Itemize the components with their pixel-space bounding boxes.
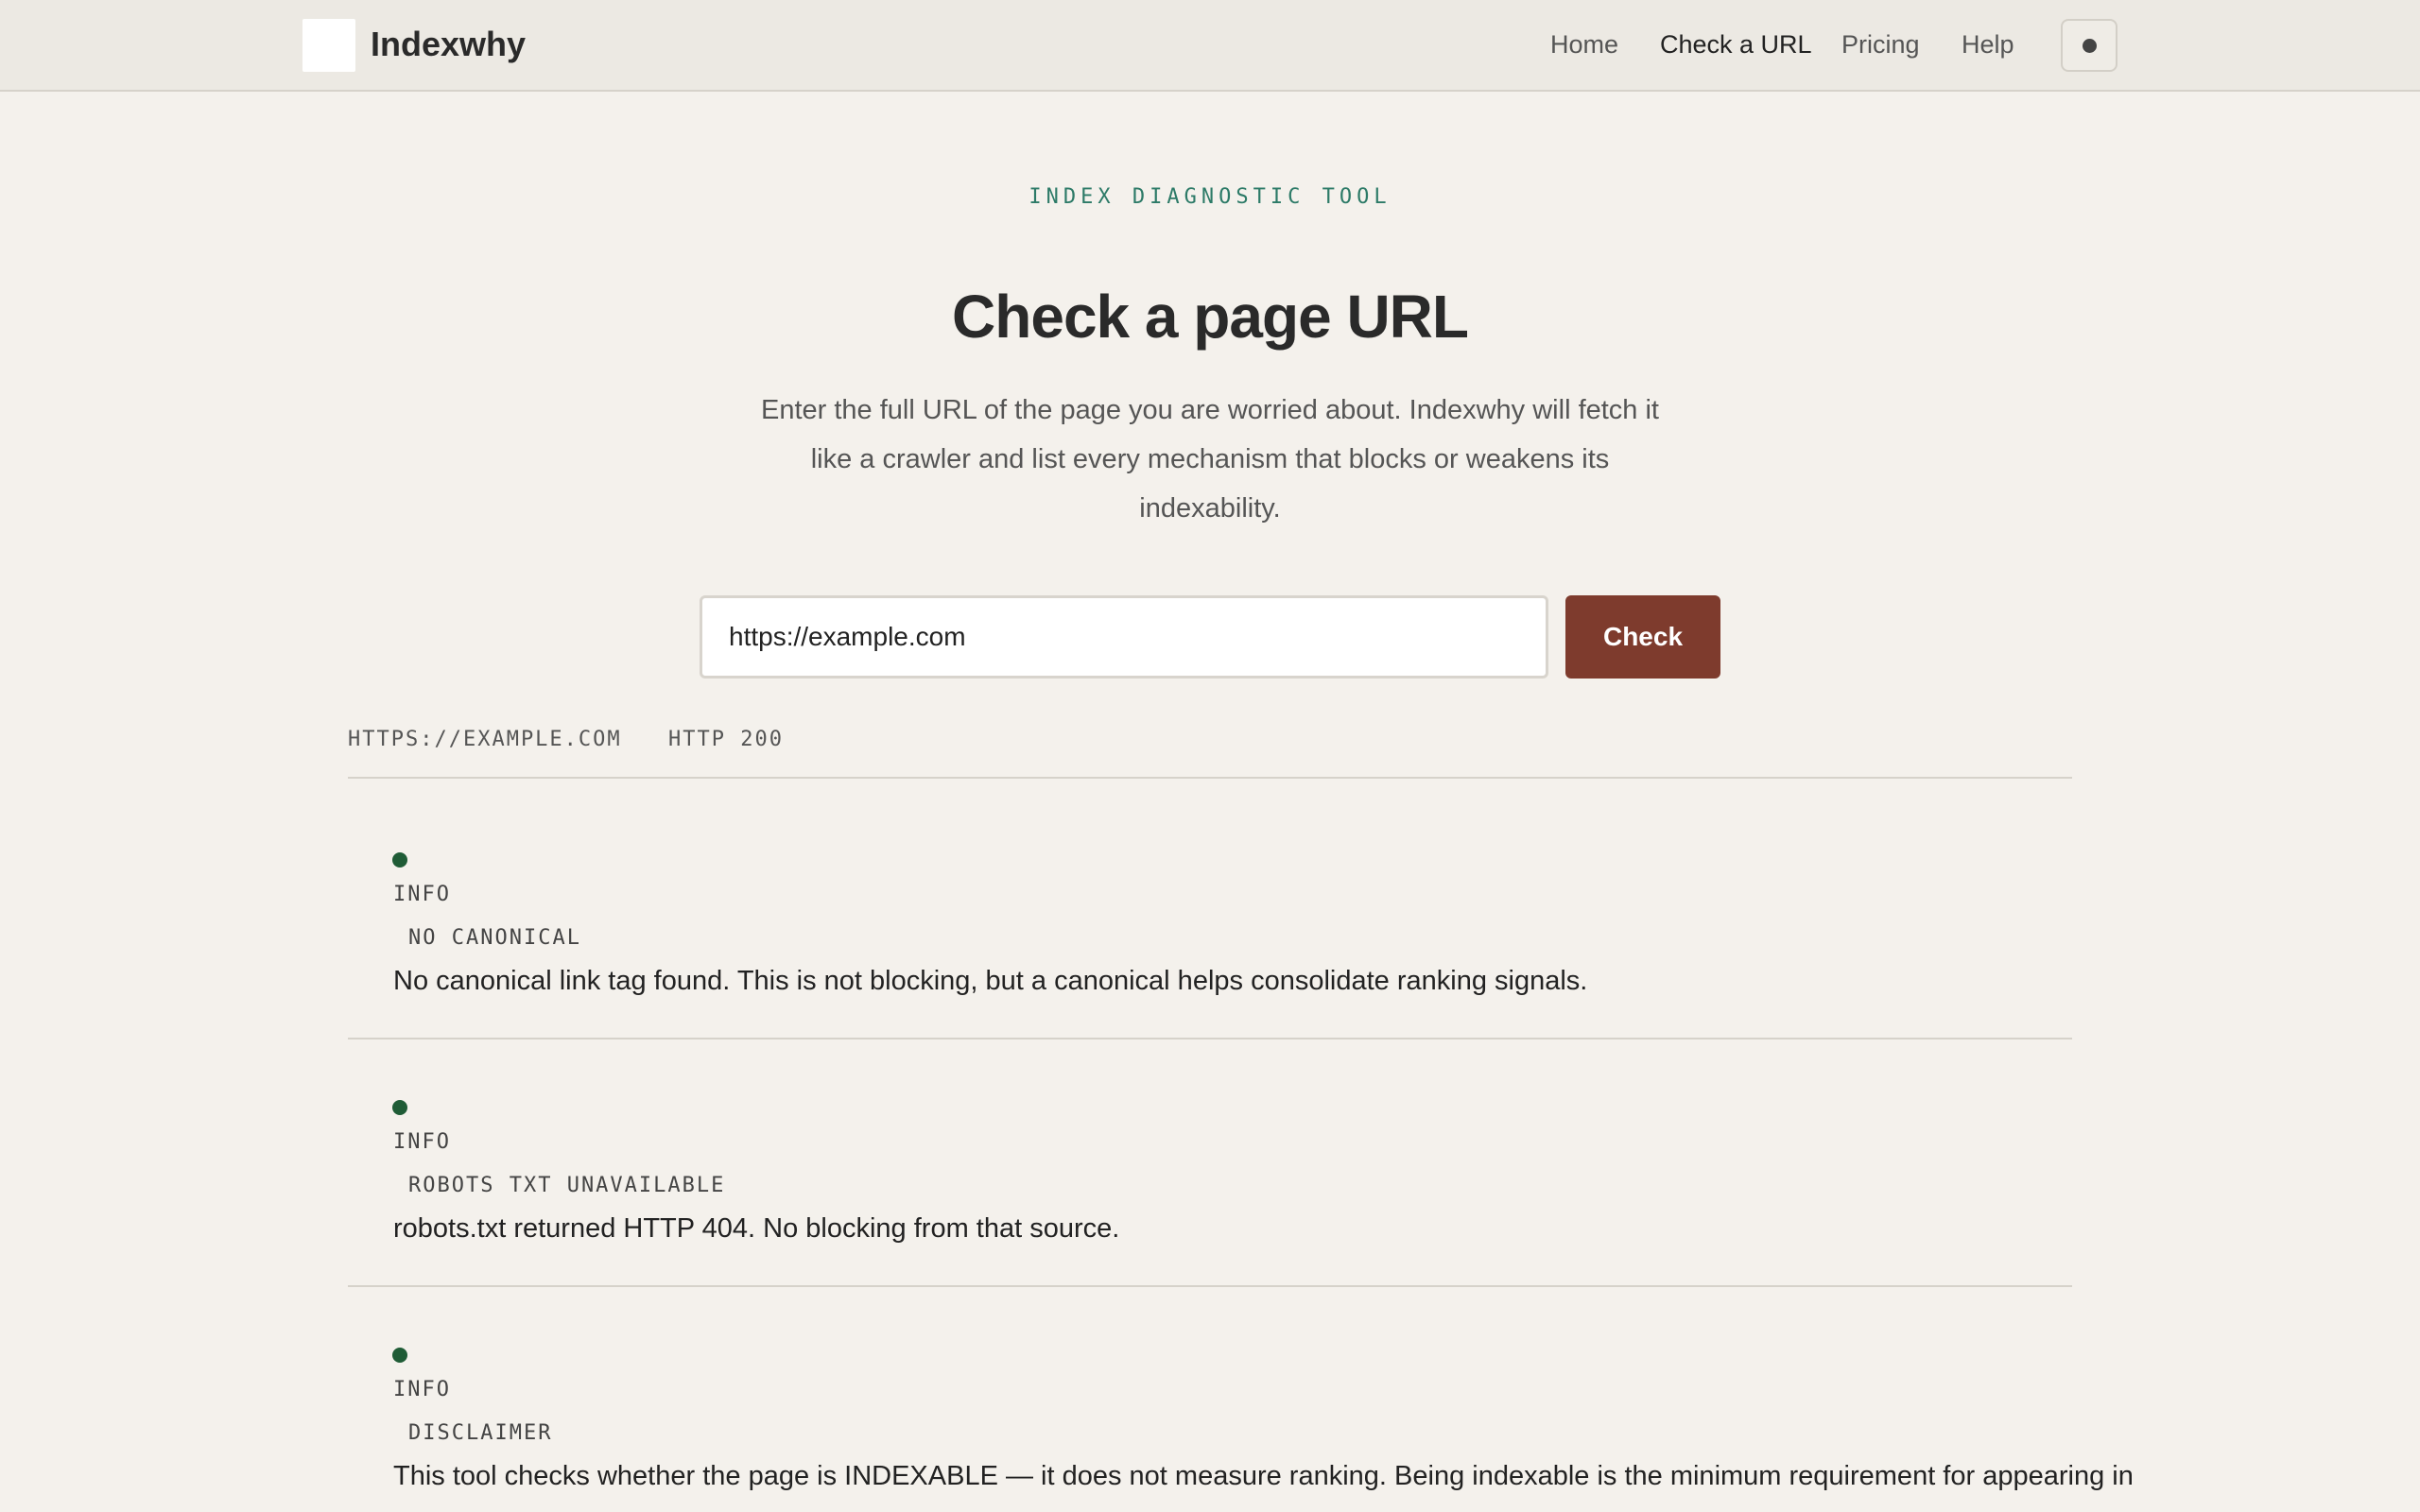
check-button[interactable]: Check xyxy=(1565,595,1720,679)
finding-severity: INFO xyxy=(393,1378,451,1401)
intro-text: Enter the full URL of the page you are w… xyxy=(761,395,1659,524)
nav-home[interactable]: Home xyxy=(1550,21,1618,68)
finding-code: ROBOTS TXT UNAVAILABLE xyxy=(408,1174,726,1197)
severity-dot-icon xyxy=(392,852,407,868)
finding-item: INFO NO CANONICAL No canonical link tag … xyxy=(348,779,2072,1038)
dot-icon xyxy=(2083,39,2097,53)
finding-code: DISCLAIMER xyxy=(408,1421,553,1445)
finding-severity: INFO xyxy=(393,1130,451,1154)
brand-name[interactable]: Indexwhy xyxy=(371,21,526,68)
logo[interactable] xyxy=(302,19,355,72)
theme-toggle-button[interactable] xyxy=(2061,19,2118,72)
finding-message: No canonical link tag found. This is not… xyxy=(393,966,1588,996)
finding-item: INFO ROBOTS TXT UNAVAILABLE robots.txt r… xyxy=(348,1040,2072,1285)
finding-severity: INFO xyxy=(393,883,451,906)
nav-help[interactable]: Help xyxy=(1962,21,2014,68)
severity-dot-icon xyxy=(392,1348,407,1363)
url-input[interactable] xyxy=(700,595,1548,679)
finding-message: This tool checks whether the page is IND… xyxy=(393,1461,2134,1491)
nav-check-url[interactable]: Check a URL xyxy=(1660,21,1812,68)
nav-pricing[interactable]: Pricing xyxy=(1841,21,1920,68)
finding-code: NO CANONICAL xyxy=(408,926,581,950)
http-status: HTTP 200 xyxy=(668,728,784,751)
eyebrow-label: INDEX DIAGNOSTIC TOOL xyxy=(1028,185,1392,209)
page-title: Check a page URL xyxy=(952,283,1469,351)
severity-dot-icon xyxy=(392,1100,407,1115)
site-header: Indexwhy Home Check a URL Pricing Help xyxy=(0,0,2420,92)
finding-item: INFO DISCLAIMER This tool checks whether… xyxy=(348,1287,2134,1512)
finding-message: robots.txt returned HTTP 404. No blockin… xyxy=(393,1213,1120,1244)
checked-url: HTTPS://EXAMPLE.COM xyxy=(348,728,622,751)
